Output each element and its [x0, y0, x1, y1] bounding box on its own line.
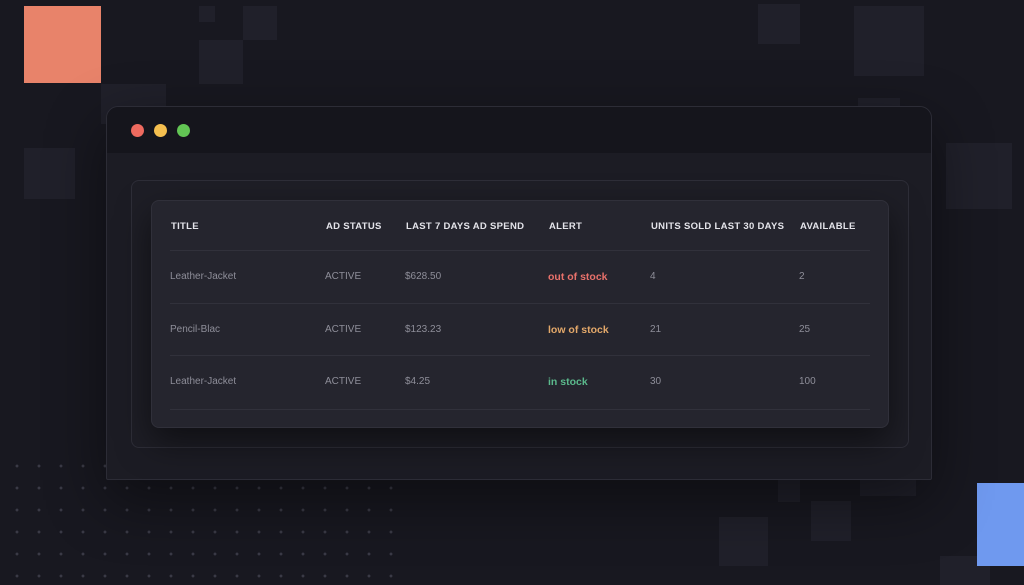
ad-status: ACTIVE	[325, 376, 362, 387]
decorative-square	[243, 6, 277, 40]
ad-spend: $123.23	[405, 324, 442, 335]
decorative-square	[24, 148, 75, 199]
units-sold: 21	[650, 324, 662, 335]
window-titlebar	[107, 107, 931, 153]
product-title: Leather-Jacket	[170, 376, 237, 387]
column-header-ad-spend[interactable]: LAST 7 DAYS AD SPEND	[406, 221, 524, 232]
stock-alert: in stock	[548, 376, 588, 388]
maximize-icon[interactable]	[177, 124, 190, 137]
units-sold: 30	[650, 376, 662, 387]
ad-spend: $4.25	[405, 376, 431, 387]
available-count: 2	[799, 271, 805, 282]
ad-spend: $628.50	[405, 271, 442, 282]
decorative-square	[199, 40, 243, 84]
decorative-square	[719, 517, 768, 566]
available-count: 100	[799, 376, 816, 387]
decorative-square	[758, 4, 800, 44]
units-sold: 4	[650, 271, 656, 282]
column-header-ad-status[interactable]: AD STATUS	[326, 221, 382, 232]
column-header-title[interactable]: TITLE	[171, 221, 199, 232]
table-container: TITLE AD STATUS LAST 7 DAYS AD SPEND ALE…	[131, 180, 909, 448]
stock-alert: low of stock	[548, 324, 609, 336]
table-row[interactable]: Leather-Jacket ACTIVE $4.25 in stock 30 …	[170, 355, 870, 410]
column-header-available[interactable]: AVAILABLE	[800, 221, 856, 232]
decorative-square	[778, 478, 800, 502]
inventory-table: TITLE AD STATUS LAST 7 DAYS AD SPEND ALE…	[151, 200, 889, 428]
decorative-square	[946, 143, 1012, 209]
decorative-square	[854, 6, 924, 76]
ad-status: ACTIVE	[325, 324, 362, 335]
table-row[interactable]: Pencil-Blac ACTIVE $123.23 low of stock …	[170, 303, 870, 357]
decorative-orange-square	[24, 6, 101, 83]
ad-status: ACTIVE	[325, 271, 362, 282]
minimize-icon[interactable]	[154, 124, 167, 137]
decorative-square	[860, 478, 916, 496]
product-title: Leather-Jacket	[170, 271, 237, 282]
decorative-square	[199, 6, 215, 22]
available-count: 25	[799, 324, 811, 335]
stock-alert: out of stock	[548, 271, 608, 283]
product-title: Pencil-Blac	[170, 324, 221, 335]
close-icon[interactable]	[131, 124, 144, 137]
app-window: TITLE AD STATUS LAST 7 DAYS AD SPEND ALE…	[106, 106, 932, 480]
column-header-units-sold[interactable]: UNITS SOLD LAST 30 DAYS	[651, 221, 784, 232]
column-header-alert[interactable]: ALERT	[549, 221, 582, 232]
decorative-square	[811, 501, 851, 541]
table-row[interactable]: Leather-Jacket ACTIVE $628.50 out of sto…	[170, 250, 870, 304]
decorative-blue-square	[977, 483, 1024, 566]
